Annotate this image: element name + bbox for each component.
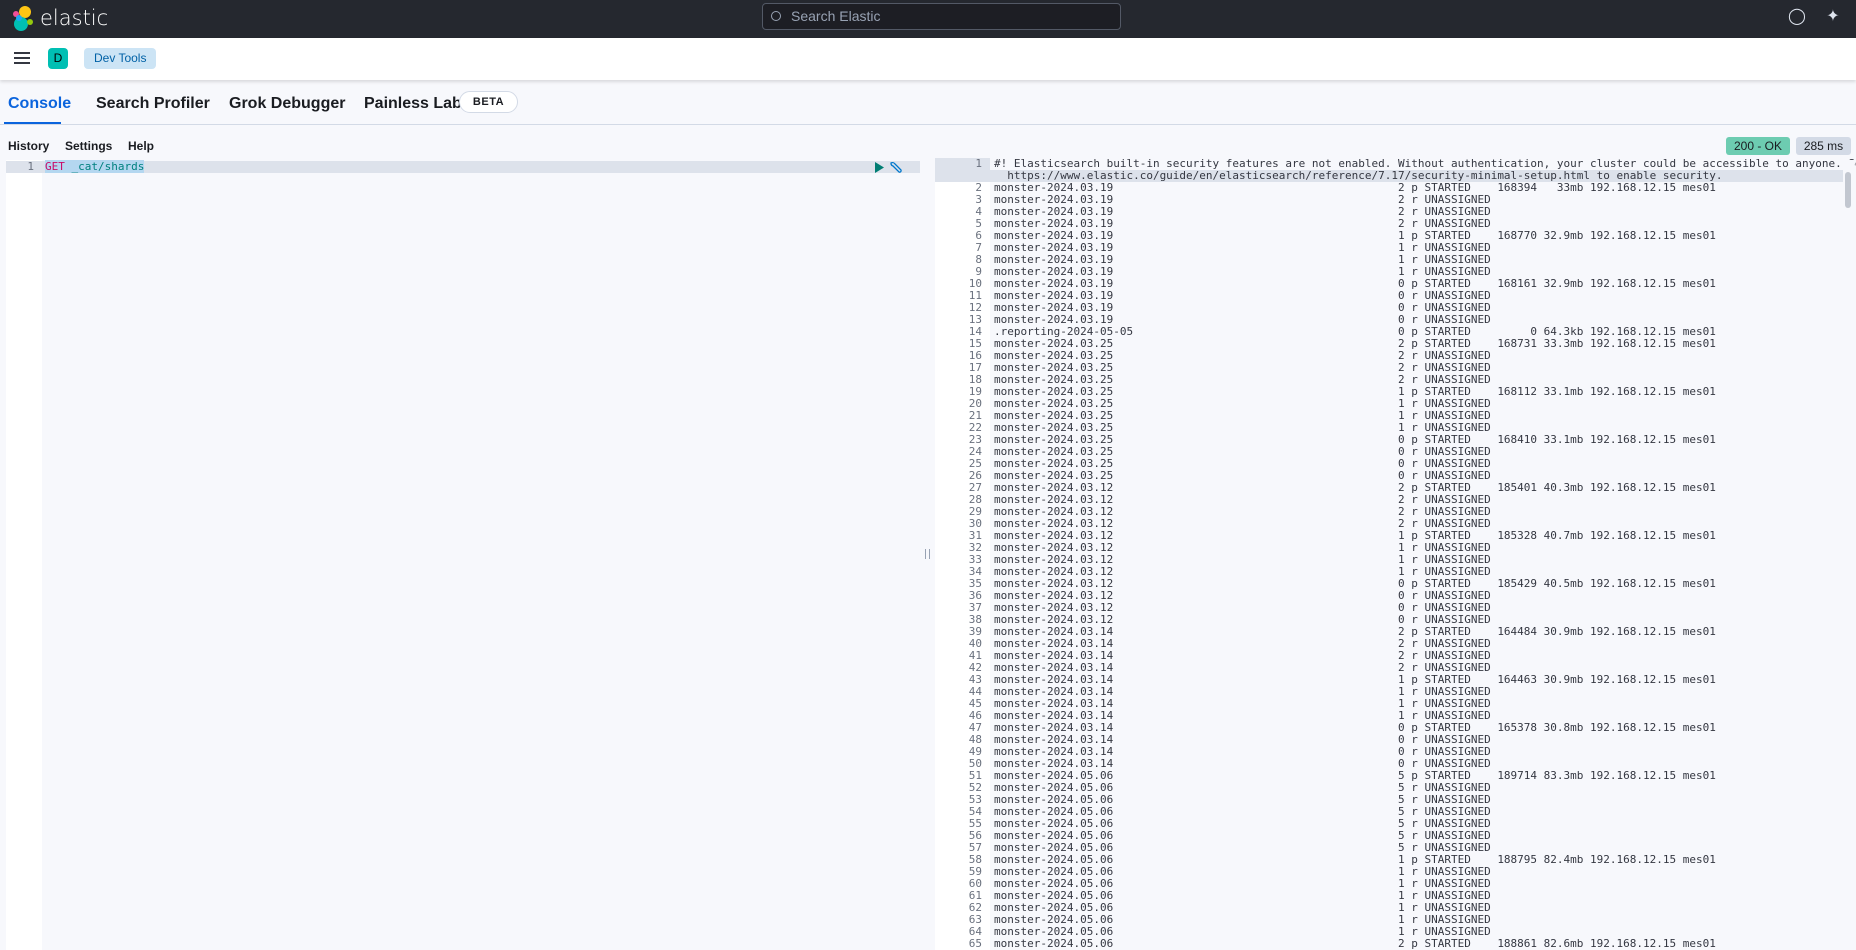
history-button[interactable]: History (8, 139, 49, 153)
request-editor[interactable]: GET _cat/shards (42, 160, 920, 950)
brand-name: elastic (40, 6, 109, 30)
shard-row: monster-2024.05.06 2 p STARTED 188861 82… (994, 937, 1716, 950)
menu-icon[interactable] (14, 52, 30, 64)
line-number: 65 (968, 937, 982, 950)
wrench-icon[interactable] (889, 161, 903, 174)
search-placeholder: Search Elastic (791, 8, 881, 24)
search-input[interactable]: Search Elastic (762, 3, 1121, 30)
response-output[interactable]: #! Elasticsearch built-in security featu… (990, 158, 1856, 950)
tab-search-profiler[interactable]: Search Profiler (96, 95, 210, 113)
request-method: GET (45, 160, 65, 173)
newsfeed-icon[interactable]: ✦ (1824, 8, 1842, 26)
response-scrollbar[interactable] (1843, 160, 1854, 950)
breadcrumb-dev-tools[interactable]: Dev Tools (84, 48, 157, 69)
settings-button[interactable]: Settings (65, 139, 112, 153)
tab-console[interactable]: Console (8, 95, 71, 113)
scrollbar-thumb[interactable] (1845, 172, 1851, 208)
active-tab-indicator (4, 122, 61, 124)
elastic-logo-icon[interactable] (11, 5, 35, 32)
devtools-tabs: Console Search Profiler Grok Debugger Pa… (0, 80, 1856, 125)
line-number: 1 (935, 158, 990, 182)
space-avatar[interactable]: D (48, 48, 68, 69)
help-button[interactable]: Help (128, 139, 154, 153)
run-request-icon[interactable] (874, 162, 884, 173)
request-path: _cat/shards (71, 160, 145, 173)
global-header: elastic Search Elastic ◯ ✦ (0, 0, 1856, 38)
tab-grok-debugger[interactable]: Grok Debugger (229, 95, 345, 113)
pane-resizer[interactable] (920, 160, 935, 950)
request-time-badge: 285 ms (1796, 137, 1851, 155)
drag-handle-icon[interactable] (925, 549, 930, 559)
beta-badge: BETA (459, 91, 518, 113)
help-icon[interactable]: ◯ (1788, 8, 1806, 26)
line-number: 1 (27, 160, 34, 173)
status-badge: 200 - OK (1726, 137, 1790, 155)
request-gutter: 1 (6, 160, 42, 950)
search-icon (771, 11, 781, 21)
breadcrumb-bar: D Dev Tools (0, 38, 1856, 80)
tab-painless-lab[interactable]: Painless Lab (364, 95, 462, 113)
response-gutter: 1 2 3 4 5 6 7 8 9 10 11 12 13 14 15 16 17 18 19 20 21 22 23 24 2… (935, 158, 990, 950)
